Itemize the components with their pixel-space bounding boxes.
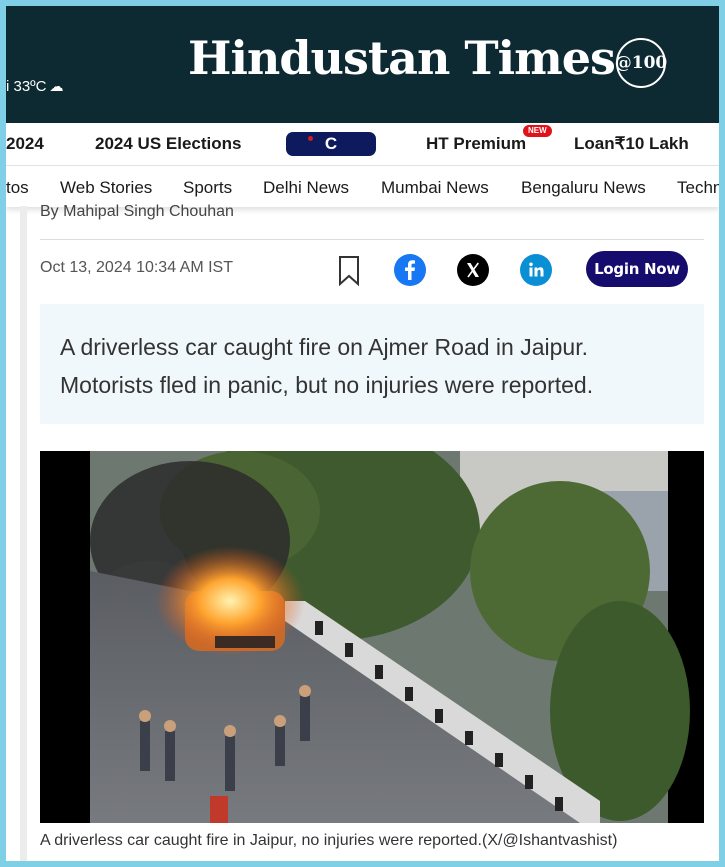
nav-item-delhi-news[interactable]: Delhi News [263, 166, 349, 207]
facebook-share-icon[interactable] [394, 254, 426, 286]
nav-item-2024[interactable]: 2024 [6, 123, 44, 165]
weather-temperature: i 33ºC [6, 78, 47, 95]
nav-item-mumbai-news[interactable]: Mumbai News [381, 166, 489, 207]
login-button[interactable]: Login Now [586, 251, 688, 287]
masthead: i 33ºC ☁ Hindustan Times @100 [6, 6, 719, 123]
nav-item-us-elections[interactable]: 2024 US Elections [95, 123, 241, 165]
byline-divider [40, 239, 704, 240]
nav-item-ht-premium[interactable]: HT Premium [426, 123, 526, 165]
new-badge: NEW [523, 125, 552, 137]
nav-item-loan[interactable]: Loan₹10 Lakh [574, 123, 689, 165]
pill-label: C [324, 134, 338, 153]
article-photo[interactable] [40, 451, 704, 823]
site-logo[interactable]: Hindustan Times [188, 30, 616, 86]
x-share-icon[interactable] [457, 254, 489, 286]
burning-car-photo [90, 451, 690, 823]
nav-item-cricket-pill[interactable]: C [286, 132, 376, 156]
page-frame: i 33ºC ☁ Hindustan Times @100 2024 2024 … [6, 6, 719, 861]
author-byline[interactable]: By Mahipal Singh Chouhan [40, 203, 234, 221]
bookmark-icon[interactable] [336, 254, 362, 288]
nav-item-tech[interactable]: Techn [677, 166, 719, 207]
publish-date: Oct 13, 2024 10:34 AM IST [40, 259, 233, 276]
cloud-icon: ☁ [49, 78, 64, 94]
content-left-border [20, 206, 27, 861]
article-summary: A driverless car caught fire on Ajmer Ro… [40, 304, 704, 424]
anniversary-badge: @100 [615, 38, 667, 88]
nav-item-bengaluru-news[interactable]: Bengaluru News [521, 166, 646, 207]
nav-item-web-stories[interactable]: Web Stories [60, 166, 152, 207]
photo-caption: A driverless car caught fire in Jaipur, … [40, 832, 618, 849]
linkedin-share-icon[interactable] [520, 254, 552, 286]
secondary-nav: tos Web Stories Sports Delhi News Mumbai… [6, 166, 719, 207]
nav-item-sports[interactable]: Sports [183, 166, 232, 207]
weather-widget[interactable]: i 33ºC ☁ [6, 78, 64, 95]
nav-item-photos[interactable]: tos [6, 166, 29, 207]
live-dot-icon [308, 136, 313, 141]
